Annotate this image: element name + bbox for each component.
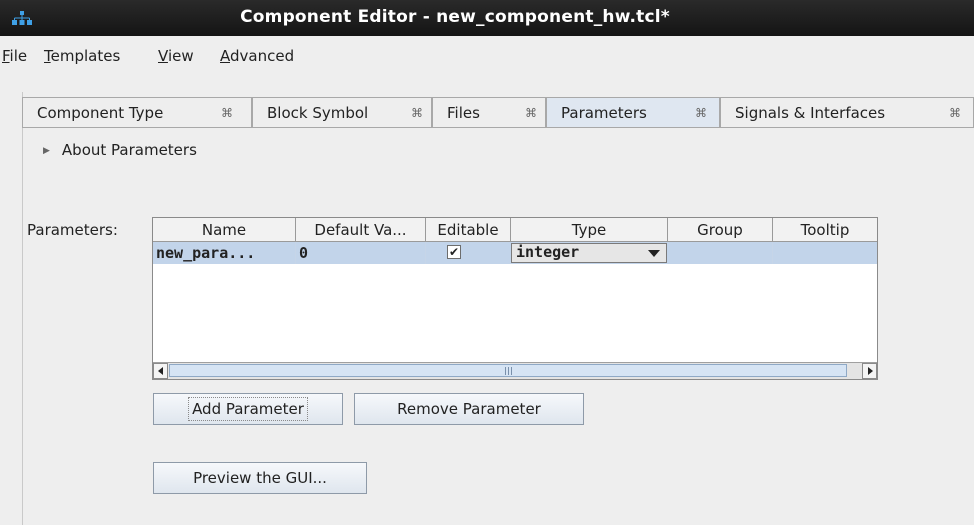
add-parameter-button[interactable]: Add Parameter (153, 393, 343, 425)
menu-templates[interactable]: Templates (44, 47, 120, 65)
tab-component-type[interactable]: Component Type ⌘ (22, 97, 252, 127)
menu-bar: File Templates View Advanced (0, 43, 974, 67)
close-tab-icon[interactable]: ⌘ (525, 98, 537, 128)
menu-view[interactable]: View (158, 47, 194, 65)
window-title: Component Editor - new_component_hw.tcl* (240, 7, 670, 27)
cell-name[interactable]: new_para... (153, 242, 296, 264)
close-tab-icon[interactable]: ⌘ (949, 98, 961, 128)
editable-checkbox[interactable]: ✔ (447, 245, 461, 259)
horizontal-scrollbar[interactable] (153, 362, 877, 379)
cell-default-value[interactable]: 0 (296, 242, 426, 264)
tab-files[interactable]: Files ⌘ (432, 97, 546, 127)
remove-parameter-button[interactable]: Remove Parameter (354, 393, 584, 425)
close-tab-icon[interactable]: ⌘ (221, 98, 233, 128)
scroll-left-icon[interactable] (153, 363, 168, 379)
tab-parameters[interactable]: Parameters ⌘ (546, 97, 720, 127)
scrollbar-grip (505, 367, 513, 375)
tab-strip: Component Type ⌘ Block Symbol ⌘ Files ⌘ … (22, 97, 974, 129)
parameters-label: Parameters: (27, 221, 118, 239)
type-dropdown[interactable]: integer (511, 243, 667, 263)
menu-advanced[interactable]: Advanced (220, 47, 294, 65)
column-header-group[interactable]: Group (668, 218, 773, 242)
tab-divider (22, 127, 974, 128)
tab-block-symbol[interactable]: Block Symbol ⌘ (252, 97, 432, 127)
close-tab-icon[interactable]: ⌘ (695, 98, 707, 128)
title-bar: Component Editor - new_component_hw.tcl* (0, 0, 974, 36)
column-header-editable[interactable]: Editable (426, 218, 511, 242)
column-header-name[interactable]: Name (153, 218, 296, 242)
column-header-type[interactable]: Type (511, 218, 668, 242)
close-tab-icon[interactable]: ⌘ (411, 98, 423, 128)
about-parameters-toggle[interactable]: ▶ About Parameters (43, 141, 197, 159)
parameters-table[interactable]: Name Default Va... Editable Type Group T… (152, 217, 878, 380)
cell-group[interactable] (668, 242, 773, 264)
cell-tooltip[interactable] (773, 242, 877, 264)
type-value: integer (516, 243, 580, 261)
menu-file[interactable]: File (2, 47, 27, 65)
dropdown-arrow-icon[interactable] (648, 250, 660, 257)
scrollbar-thumb[interactable] (169, 364, 847, 377)
column-header-tooltip[interactable]: Tooltip (773, 218, 877, 242)
expand-triangle-icon[interactable]: ▶ (43, 146, 50, 156)
preview-gui-button[interactable]: Preview the GUI... (153, 462, 367, 494)
scroll-right-icon[interactable] (862, 363, 877, 379)
tab-signals-interfaces[interactable]: Signals & Interfaces ⌘ (720, 97, 974, 127)
column-header-default-value[interactable]: Default Va... (296, 218, 426, 242)
table-row[interactable]: new_para... 0 ✔ integer (153, 242, 877, 264)
